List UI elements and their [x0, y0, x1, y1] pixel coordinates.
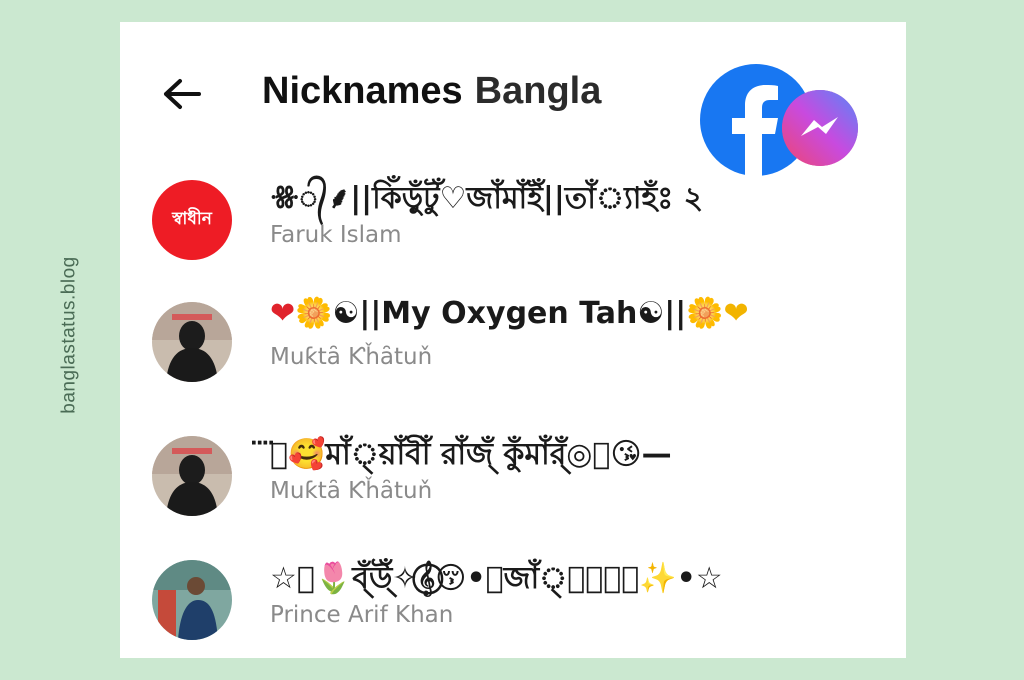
page-title-main: Nicknames — [262, 70, 463, 112]
watermark-text: banglastatus.blog — [59, 256, 81, 414]
person-photo — [152, 302, 232, 382]
contact-name: Prince Arif Khan — [270, 602, 454, 628]
nickname-text: ☆⃝🌷ব্ঁউ্ঁ✧𝄞⃝😚•𝄞জাঁ্ন্স⃝✨•☆ — [270, 561, 723, 596]
nicknames-panel: Nicknames Bangla স্বাধীন ꗥ᭄⸙||কিঁড়ুঁটুঁ♡… — [120, 22, 906, 658]
nickname-row[interactable]: ❤🌼☯||My Oxygen Tah☯||🌼❤ Muƙtȃ Ƙȟȃtuň — [152, 294, 872, 386]
arrow-left-icon — [164, 79, 201, 109]
avatar — [152, 302, 232, 382]
avatar-text: স্বাধীন — [172, 209, 212, 228]
contact-name: Muƙtȃ Ƙȟȃtuň — [270, 478, 433, 504]
nickname-main: ☯||My Oxygen Tah☯|| — [332, 296, 687, 331]
contact-name: Faruk Islam — [270, 222, 402, 248]
person-photo — [152, 436, 232, 516]
avatar — [152, 436, 232, 516]
nickname-row[interactable]: ⃜⃜⃜⃜⃝🥰মাঁ্য়াঁবীঁ রাঁজ্ঁ কুঁমাঁর্ঁ◎⃝😘— M… — [152, 428, 872, 520]
avatar — [152, 560, 232, 640]
nickname-row[interactable]: স্বাধীন ꗥ᭄⸙||কিঁড়ুঁটুঁ♡জাঁমাঁইঁ||তাঁ্যা… — [152, 172, 872, 264]
facebook-messenger-logo — [700, 64, 858, 176]
back-button[interactable] — [160, 74, 204, 114]
nickname-suffix: 🌼❤ — [686, 296, 749, 331]
person-photo — [152, 560, 232, 640]
avatar: স্বাধীন — [152, 180, 232, 260]
page-title: Nicknames Bangla — [262, 70, 601, 113]
page-title-sub: Bangla — [474, 70, 602, 112]
nickname-text: ❤🌼☯||My Oxygen Tah☯||🌼❤ — [270, 296, 749, 331]
contact-name: Muƙtȃ Ƙȟȃtuň — [270, 344, 433, 370]
nickname-text: ⃜⃜⃜⃜⃝🥰মাঁ্য়াঁবীঁ রাঁজ্ঁ কুঁমাঁর্ঁ◎⃝😘— — [270, 437, 672, 472]
nickname-prefix: ❤🌼 — [270, 296, 333, 331]
watermark: banglastatus.blog — [50, 240, 90, 430]
nickname-row[interactable]: ☆⃝🌷ব্ঁউ্ঁ✧𝄞⃝😚•𝄞জাঁ্ন্স⃝✨•☆ Prince Arif K… — [152, 552, 872, 644]
